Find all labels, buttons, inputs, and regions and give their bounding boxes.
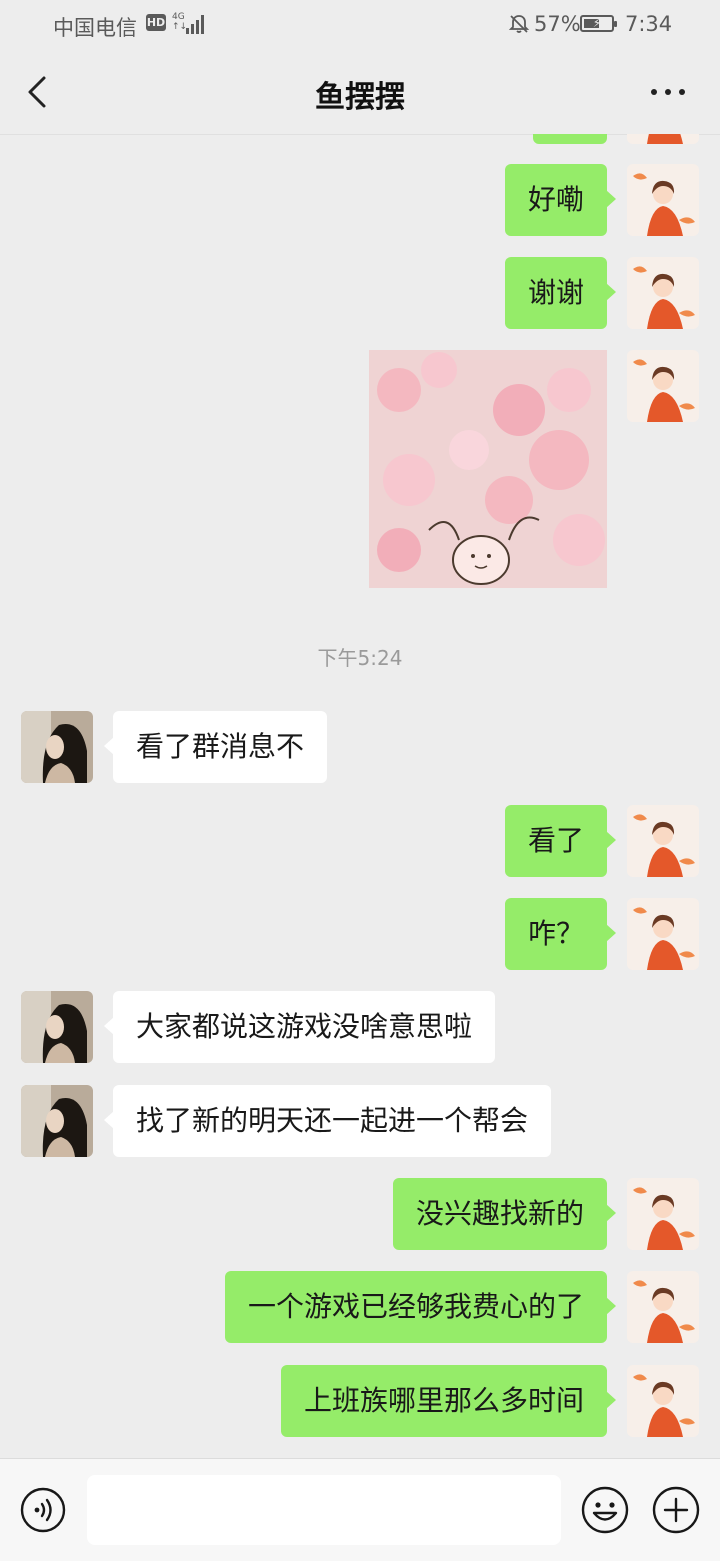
status-time: 7:34 [625, 12, 673, 36]
mute-bell-icon [508, 15, 530, 33]
contact-avatar[interactable] [21, 711, 93, 783]
chat-title: 鱼摆摆 [315, 80, 405, 115]
avatar-girl-icon [627, 805, 699, 877]
voice-input-icon[interactable] [20, 1487, 66, 1533]
my-avatar[interactable] [627, 134, 699, 144]
message-bubble[interactable]: 找了新的明天还一起进一个帮会 [103, 1085, 552, 1157]
contact-avatar[interactable] [21, 1085, 93, 1157]
network-activity-label: ↑↓ [172, 22, 188, 32]
message-bubble[interactable]: 一个游戏已经够我费心的了 [224, 1271, 617, 1343]
battery-percent: 57% [534, 12, 581, 36]
avatar-girl-icon [627, 257, 699, 329]
contact-avatar[interactable] [21, 991, 93, 1063]
avatar-woman-icon [21, 1085, 93, 1157]
my-avatar[interactable] [627, 257, 699, 329]
chat-header: 鱼摆摆 [0, 48, 720, 135]
message-bubble[interactable]: 咋？ [504, 898, 617, 970]
signal-icon [186, 14, 208, 34]
message-bubble[interactable]: 大家都说这游戏没啥意思啦 [103, 991, 496, 1063]
input-bar [0, 1458, 720, 1561]
blossom-sticker-icon [369, 350, 607, 588]
avatar-girl-icon [627, 134, 699, 144]
my-avatar[interactable] [627, 350, 699, 422]
avatar-woman-icon [21, 711, 93, 783]
plus-icon[interactable] [652, 1486, 700, 1534]
message-bubble[interactable]: 看了 [504, 805, 617, 877]
avatar-girl-icon [627, 1365, 699, 1437]
my-avatar[interactable] [627, 1365, 699, 1437]
network-type: 4G ↑↓ [172, 12, 187, 32]
battery-icon: ⚡ [580, 15, 617, 32]
avatar-girl-icon [627, 898, 699, 970]
avatar-girl-icon [627, 1271, 699, 1343]
message-timestamp: 下午5:24 [317, 646, 403, 670]
avatar-girl-icon [627, 1178, 699, 1250]
message-bubble[interactable]: 谢谢 [504, 257, 617, 329]
my-avatar[interactable] [627, 805, 699, 877]
message-bubble[interactable]: 好嘞 [504, 164, 617, 236]
partial-message-bubble [533, 134, 607, 144]
avatar-girl-icon [627, 350, 699, 422]
my-avatar[interactable] [627, 898, 699, 970]
my-avatar[interactable] [627, 164, 699, 236]
emoji-icon[interactable] [581, 1486, 629, 1534]
more-options-icon[interactable] [646, 74, 690, 110]
message-bubble[interactable]: 没兴趣找新的 [392, 1178, 617, 1250]
message-bubble[interactable]: 看了群消息不 [103, 711, 328, 783]
charging-bolt-icon: ⚡ [592, 16, 602, 30]
message-list[interactable]: 好嘞 谢谢 下午5:24 看了群消息不 看了 咋？ 大家都说这游戏没啥意思啦 找… [0, 134, 720, 1458]
status-bar: 中国电信 HD 4G ↑↓ 57% ⚡ 7:34 [0, 0, 720, 48]
sticker-image[interactable] [369, 350, 607, 588]
network-type-label: 4G [172, 12, 185, 22]
message-bubble[interactable]: 上班族哪里那么多时间 [280, 1365, 617, 1437]
avatar-woman-icon [21, 991, 93, 1063]
message-input[interactable] [87, 1475, 561, 1545]
avatar-girl-icon [627, 164, 699, 236]
my-avatar[interactable] [627, 1271, 699, 1343]
carrier-name: 中国电信 [53, 16, 137, 40]
hd-badge: HD [146, 14, 166, 31]
my-avatar[interactable] [627, 1178, 699, 1250]
